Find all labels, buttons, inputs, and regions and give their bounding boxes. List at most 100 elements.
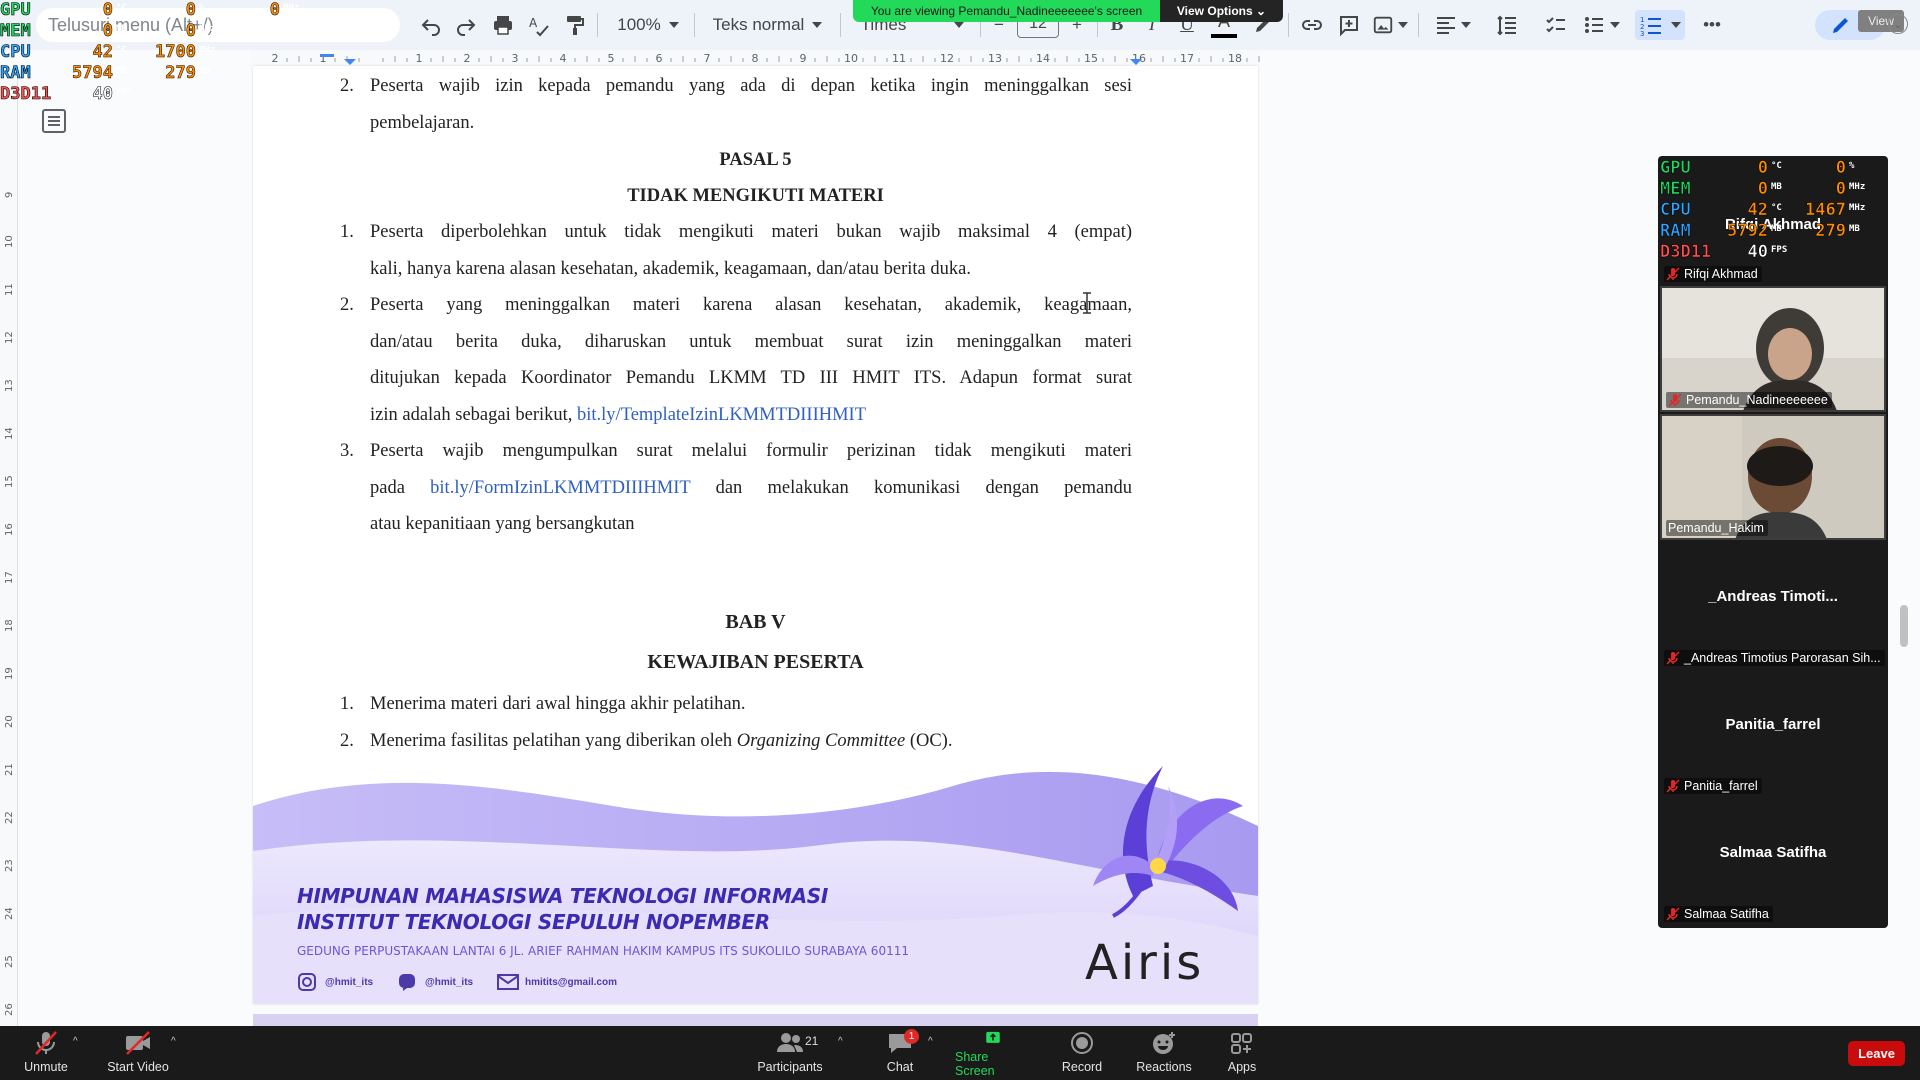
hardware-monitor-overlay: GPU 0 °C 0% MEM 0 MB 0 MHz CPU 42 °C 1467 MHz RAM 5792 M…: [1660, 158, 1886, 263]
hw-key: MEM: [0, 21, 31, 42]
hw-key: RAM: [0, 63, 31, 84]
ruler-label: 11: [892, 52, 906, 65]
left-indent-marker[interactable]: [344, 59, 356, 65]
participant-tile[interactable]: Salmaa Satifha Salmaa Satifha: [1660, 798, 1886, 924]
hw-row: D3D11 40 FPS: [1660, 242, 1886, 263]
unmute-button[interactable]: Unmute: [18, 1030, 74, 1078]
list-line: pada bit.ly/FormIzinLKMMTDIIIHMIT dan me…: [370, 470, 1132, 507]
org-name-line-1: HIMPUNAN MAHASISWA TEKNOLOGI INFORMASI: [297, 884, 829, 908]
more-options-icon[interactable]: •••: [1699, 10, 1725, 40]
svg-text:12: 12: [4, 331, 15, 344]
template-link[interactable]: bit.ly/TemplateIzinLKMMTDIIIHMIT: [577, 405, 866, 425]
zoom-dropdown[interactable]: 100%: [612, 10, 684, 40]
undo-icon[interactable]: [418, 10, 444, 40]
mic-muted-icon: [1668, 393, 1682, 407]
first-line-indent-marker[interactable]: [320, 54, 334, 57]
mic-muted-icon: [35, 1031, 57, 1055]
participant-tile[interactable]: _Andreas Timoti... _Andreas Timotius Par…: [1660, 542, 1886, 668]
hw-key: GPU: [0, 0, 31, 20]
link-icon[interactable]: [1299, 10, 1325, 40]
participant-video-tile[interactable]: Pemandu_Nadineeeeeee: [1660, 286, 1886, 412]
leave-meeting-button[interactable]: Leave: [1848, 1041, 1905, 1066]
style-dropdown[interactable]: Teks normal: [705, 10, 830, 40]
svg-text:21: 21: [4, 763, 15, 776]
hw-value: 0: [1757, 158, 1769, 179]
spellcheck-icon[interactable]: A: [526, 10, 552, 40]
document-outline-icon[interactable]: [40, 108, 68, 134]
record-button[interactable]: Record: [1060, 1030, 1104, 1078]
form-link[interactable]: bit.ly/FormIzinLKMMTDIIIHMIT: [430, 478, 690, 498]
print-icon[interactable]: [490, 10, 516, 40]
list-line: Menerima materi dari awal hingga akhir p…: [370, 694, 746, 714]
comment-icon[interactable]: [1336, 10, 1362, 40]
chat-options-caret[interactable]: ^: [928, 1036, 933, 1047]
hw-value: 0: [1757, 179, 1769, 200]
participant-tile[interactable]: Panitia_farrel Panitia_farrel: [1660, 670, 1886, 796]
mic-muted-icon: [1666, 907, 1680, 921]
email-address: hmitits@gmail.com: [497, 973, 617, 991]
share-banner-message: You are viewing Pemandu_Nadineeeeeee's s…: [853, 0, 1160, 22]
video-options-caret[interactable]: ^: [171, 1036, 176, 1047]
share-screen-button[interactable]: Share Screen: [955, 1030, 1031, 1078]
org-address: GEDUNG PERPUSTAKAAN LANTAI 6 JL. ARIEF R…: [297, 944, 909, 958]
reactions-label: Reactions: [1136, 1060, 1192, 1074]
vertical-scrollbar-thumb[interactable]: [1900, 605, 1908, 647]
hw-row: GPU 0 °C 0% 0 MHz: [0, 0, 299, 21]
svg-text:13: 13: [4, 379, 15, 392]
hw-key: GPU: [1660, 158, 1691, 179]
expand-icon[interactable]: ⌄: [1888, 14, 1908, 34]
bulleted-list-icon[interactable]: [1579, 10, 1623, 40]
insert-image-icon[interactable]: [1372, 10, 1408, 40]
list-line: Peserta wajib mengumpulkan surat melalui…: [370, 441, 1132, 461]
svg-text:26: 26: [4, 1003, 15, 1016]
numbered-list-icon[interactable]: 123: [1635, 10, 1685, 40]
audio-options-caret[interactable]: ^: [73, 1036, 78, 1047]
ruler-label: 3: [512, 52, 519, 65]
list-line: Peserta diperbolehkan untuk tidak mengik…: [370, 222, 1132, 242]
participant-label-text: _Andreas Timotius Parorasan Sih...: [1684, 651, 1881, 665]
checklist-icon[interactable]: [1543, 10, 1569, 40]
ruler-label: 13: [988, 52, 1002, 65]
reactions-button[interactable]: Reactions: [1135, 1030, 1193, 1078]
vertical-ruler[interactable]: 9 10 11 12 13 14 15 16 17 18 19 20 21 22…: [0, 66, 18, 1026]
participant-video-tile[interactable]: Pemandu_Hakim: [1660, 414, 1886, 540]
style-value: Teks normal: [712, 15, 805, 34]
svg-text:18: 18: [4, 619, 15, 632]
list-item: 2. Peserta wajib izin kepada pemandu yan…: [340, 68, 1132, 141]
participants-options-caret[interactable]: ^: [838, 1036, 843, 1047]
align-left-icon[interactable]: [1432, 10, 1472, 40]
apps-button[interactable]: Apps: [1222, 1030, 1262, 1078]
mic-muted-icon: [1666, 267, 1680, 281]
hw-key: D3D11: [1660, 242, 1712, 263]
view-options-button[interactable]: View Options ⌄: [1160, 0, 1283, 22]
ruler-label: 1: [416, 52, 423, 65]
hw-unit: MHz: [1849, 203, 1866, 213]
hw-row: D3D11 40 FPS: [0, 84, 290, 105]
paint-format-icon[interactable]: [562, 10, 588, 40]
start-video-button[interactable]: Start Video: [105, 1030, 171, 1078]
participant-label-text: Rifqi Akhmad: [1684, 267, 1758, 281]
ruler-label: 4: [560, 52, 567, 65]
hw-value: 40: [92, 84, 113, 105]
apps-label: Apps: [1227, 1060, 1257, 1074]
ruler-label: 6: [656, 52, 663, 65]
participant-label-text: Salmaa Satifha: [1684, 907, 1769, 921]
svg-text:11: 11: [4, 283, 15, 296]
unmute-label: Unmute: [24, 1060, 68, 1074]
list-number: 1.: [340, 222, 354, 242]
line-spacing-icon[interactable]: [1494, 10, 1520, 40]
ruler-label: 10: [844, 52, 858, 65]
svg-text:A: A: [529, 16, 538, 30]
chevron-down-icon: ⌄: [1256, 4, 1267, 18]
airis-flower-logo: [1093, 766, 1243, 918]
list-item: 1. Menerima materi dari awal hingga akhi…: [340, 686, 1132, 723]
participants-icon: [777, 1033, 803, 1052]
horizontal-ruler[interactable]: 2 1 1 2 3 4 5 6 7 8 9 10 11 12 13 14 15 16 17 18: [250, 50, 1260, 66]
meeting-controls-bar: Unmute ^ Start Video ^ Participants 21 ^…: [0, 1026, 1920, 1080]
hw-value: 0: [185, 21, 197, 42]
hw-key: D3D11: [0, 84, 52, 105]
list-number: 3.: [340, 441, 354, 461]
mic-muted-icon: [1666, 779, 1680, 793]
redo-icon[interactable]: [453, 10, 479, 40]
document-page[interactable]: 2. Peserta wajib izin kepada pemandu yan…: [253, 66, 1258, 1004]
